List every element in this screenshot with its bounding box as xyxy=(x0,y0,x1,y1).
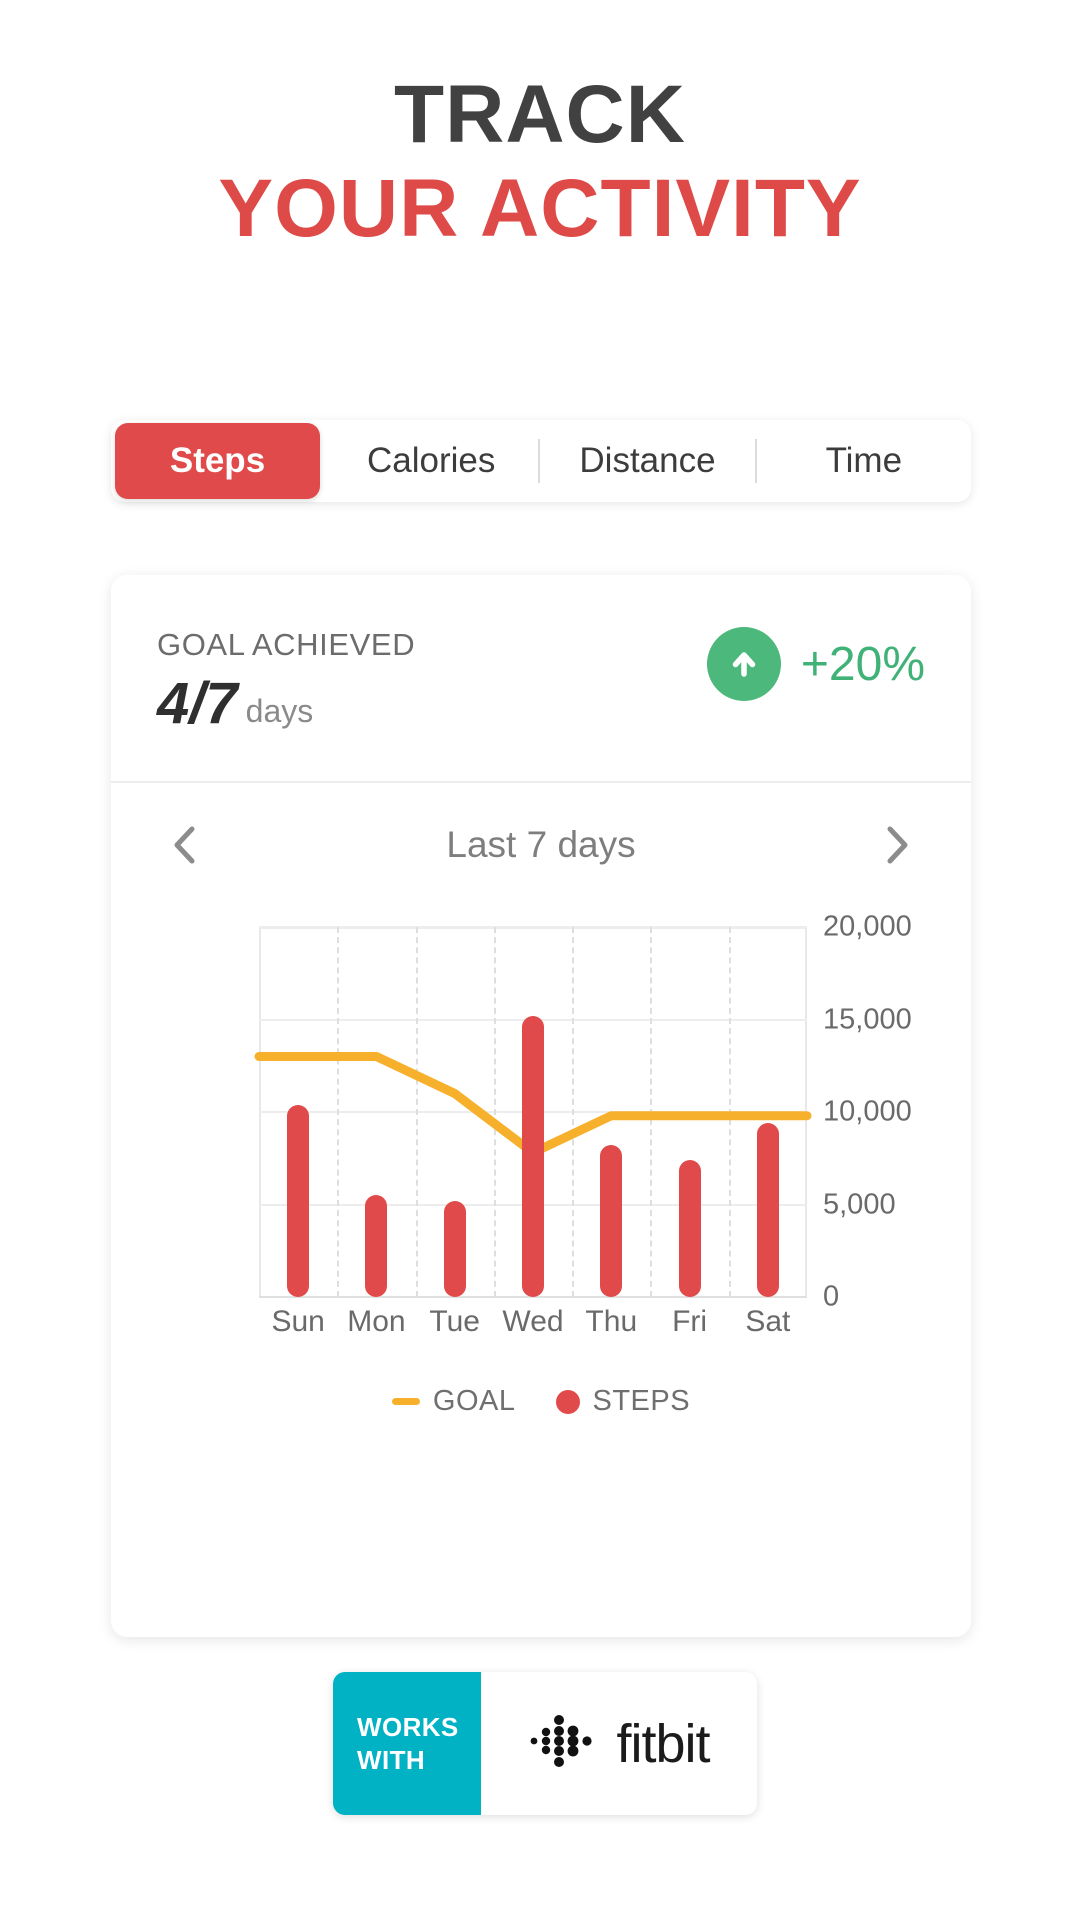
x-label-mon: Mon xyxy=(347,1305,405,1339)
works-label: WORKS xyxy=(357,1711,481,1744)
with-label: WITH xyxy=(357,1744,481,1777)
activity-chart: Sun Mon Tue Wed Thu Fri Sat 0 5,000 10,000 15,000… xyxy=(111,907,971,1377)
legend-goal-label: GOAL xyxy=(433,1385,516,1418)
bar-sun[interactable] xyxy=(287,1105,309,1297)
legend-steps-swatch xyxy=(556,1390,580,1414)
range-navigation: Last 7 days xyxy=(111,783,971,907)
chevron-left-icon[interactable] xyxy=(159,818,213,872)
legend-item-steps: STEPS xyxy=(556,1385,691,1418)
tab-calories[interactable]: Calories xyxy=(324,420,538,502)
metric-tabbar: Steps Calories Distance Time xyxy=(111,420,971,502)
delta-percent: +20% xyxy=(801,637,925,692)
bar-wed[interactable] xyxy=(522,1016,544,1297)
works-with-block: WORKS WITH xyxy=(333,1672,481,1815)
x-axis-labels: Sun Mon Tue Wed Thu Fri Sat xyxy=(259,1305,807,1355)
goal-fraction: 4/7 xyxy=(157,675,238,733)
x-label-sat: Sat xyxy=(745,1305,790,1339)
delta-indicator: +20% xyxy=(707,627,925,701)
bar-tue[interactable] xyxy=(444,1201,466,1297)
range-title: Last 7 days xyxy=(446,824,635,866)
tab-calories-label: Calories xyxy=(367,441,495,481)
y-label-5000: 5,000 xyxy=(823,1188,896,1221)
bar-sat[interactable] xyxy=(757,1123,779,1297)
chart-plot-area xyxy=(259,927,807,1297)
tab-steps[interactable]: Steps xyxy=(111,420,324,502)
chart-legend: GOAL STEPS xyxy=(111,1385,971,1418)
y-axis-labels: 05,00010,00015,00020,000 xyxy=(823,927,971,1307)
legend-item-goal: GOAL xyxy=(392,1385,516,1418)
legend-goal-swatch xyxy=(392,1398,420,1405)
tab-distance-label: Distance xyxy=(579,441,715,481)
goal-unit: days xyxy=(246,690,314,733)
bar-fri[interactable] xyxy=(679,1160,701,1297)
activity-tracking-screen: TRACK YOUR ACTIVITY Steps Calories Dista… xyxy=(0,0,1080,1920)
x-label-tue: Tue xyxy=(429,1305,480,1339)
tab-time-label: Time xyxy=(826,441,902,481)
x-label-wed: Wed xyxy=(502,1305,563,1339)
arrow-up-icon xyxy=(707,627,781,701)
x-label-fri: Fri xyxy=(672,1305,707,1339)
y-label-20000: 20,000 xyxy=(823,911,912,944)
y-label-10000: 10,000 xyxy=(823,1096,912,1129)
chevron-right-icon[interactable] xyxy=(869,818,923,872)
x-label-sun: Sun xyxy=(271,1305,324,1339)
page-title: TRACK YOUR ACTIVITY xyxy=(0,0,1080,255)
tab-time[interactable]: Time xyxy=(757,420,971,502)
fitbit-brand-block: fitbit xyxy=(481,1672,757,1815)
legend-steps-label: STEPS xyxy=(593,1385,691,1418)
tab-steps-label: Steps xyxy=(115,423,320,499)
activity-card: GOAL ACHIEVED 4/7 days +20% La xyxy=(111,575,971,1637)
bar-mon[interactable] xyxy=(365,1195,387,1297)
y-label-0: 0 xyxy=(823,1281,839,1314)
goal-summary: GOAL ACHIEVED 4/7 days +20% xyxy=(111,575,971,783)
y-label-15000: 15,000 xyxy=(823,1003,912,1036)
bar-thu[interactable] xyxy=(600,1145,622,1297)
x-label-thu: Thu xyxy=(585,1305,637,1339)
headline-line-2: YOUR ACTIVITY xyxy=(0,163,1080,255)
fitbit-wordmark: fitbit xyxy=(616,1713,709,1775)
fitbit-dots-icon xyxy=(528,1710,602,1777)
works-with-fitbit-badge: WORKS WITH fitbit xyxy=(333,1672,757,1815)
tab-distance[interactable]: Distance xyxy=(540,420,754,502)
headline-line-1: TRACK xyxy=(0,72,1080,157)
